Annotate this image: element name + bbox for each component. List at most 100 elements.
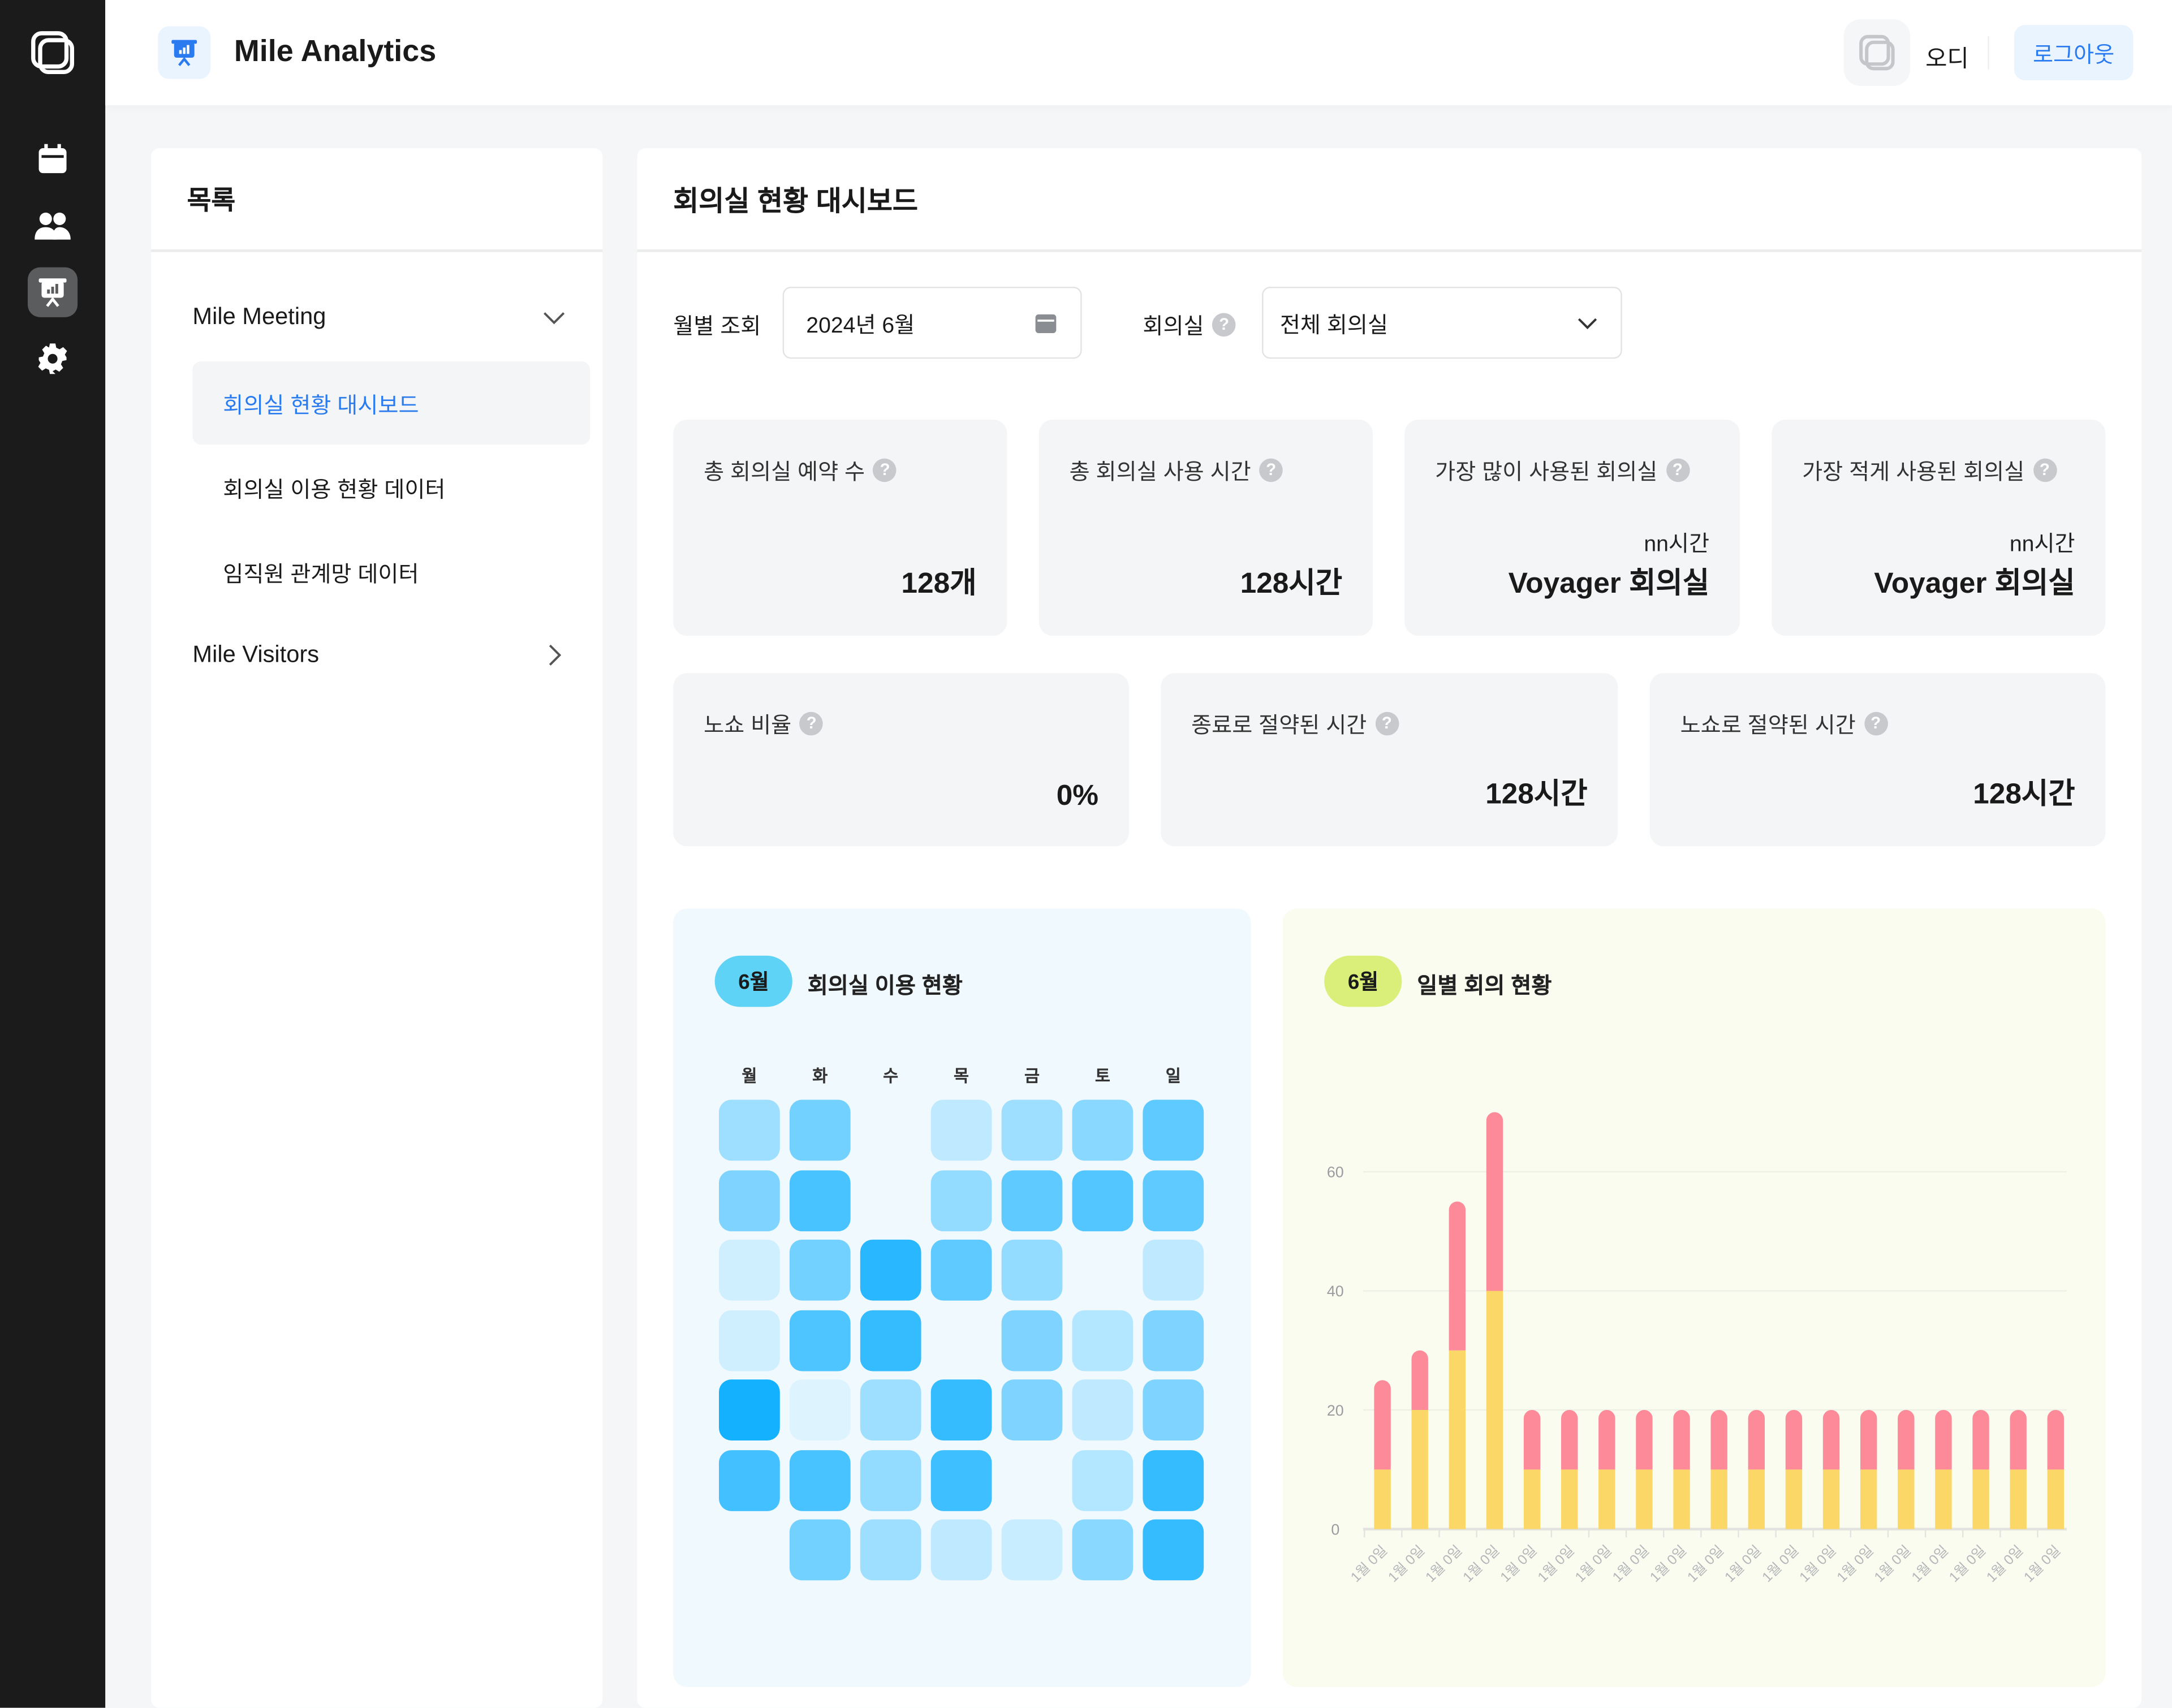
bar-segment-top	[1636, 1410, 1653, 1470]
stat-label: 노쇼로 절약된 시간?	[1680, 706, 1888, 740]
x-tick-label: 1월 0일	[1946, 1543, 1989, 1585]
heatmap-cell[interactable]	[930, 1239, 992, 1301]
bar-segment-bottom	[1935, 1469, 1952, 1529]
bar-segment-top	[1710, 1410, 1727, 1470]
stat-value: Voyager 회의실	[1508, 568, 1710, 600]
nav-group-mile-visitors[interactable]: Mile Visitors	[192, 641, 566, 669]
heatmap-cell[interactable]	[860, 1239, 921, 1301]
heatmap-cell[interactable]	[1143, 1519, 1204, 1581]
bar-segment-bottom	[1785, 1469, 1803, 1529]
month-picker[interactable]: 2024년 6월	[782, 286, 1082, 359]
heatmap-cell[interactable]	[860, 1519, 921, 1581]
x-tick-label: 1월 0일	[1610, 1543, 1652, 1585]
bar-segment-top	[1935, 1410, 1952, 1470]
heatmap-cell[interactable]	[719, 1449, 780, 1511]
heatmap-cell[interactable]	[930, 1170, 992, 1231]
heatmap-cell[interactable]	[1001, 1099, 1063, 1161]
stat-card-total-reservations: 총 회의실 예약 수? 128개	[673, 420, 1007, 636]
room-select[interactable]: 전체 회의실	[1262, 286, 1622, 359]
divider	[1988, 36, 1989, 70]
help-icon[interactable]: ?	[1259, 458, 1283, 482]
heatmap-cell[interactable]	[1143, 1239, 1204, 1301]
heatmap-cell[interactable]	[930, 1379, 992, 1440]
heatmap-cell[interactable]	[860, 1309, 921, 1371]
x-tick-label: 1월 0일	[1872, 1543, 1914, 1585]
help-icon[interactable]: ?	[1864, 711, 1888, 735]
heatmap-cell[interactable]	[719, 1239, 780, 1301]
avatar[interactable]	[1843, 19, 1911, 86]
logout-button[interactable]: 로그아웃	[2014, 25, 2134, 81]
users-icon[interactable]	[28, 201, 77, 251]
bar-segment-bottom	[1860, 1469, 1877, 1529]
heatmap-cell[interactable]	[1143, 1449, 1204, 1511]
heatmap-cell[interactable]	[1072, 1099, 1134, 1161]
heatmap-cell[interactable]	[930, 1099, 992, 1161]
heatmap-cell[interactable]	[1143, 1099, 1204, 1161]
gear-icon[interactable]	[28, 334, 77, 383]
bar-segment-top	[1523, 1410, 1541, 1470]
bar-segment-top	[1486, 1112, 1503, 1291]
heatmap-month-badge: 6월	[714, 955, 793, 1007]
heatmap-cell[interactable]	[789, 1099, 851, 1161]
y-tick-label: 60	[1327, 1164, 1344, 1181]
help-icon[interactable]: ?	[1374, 711, 1399, 735]
x-tick-label: 1월 0일	[1834, 1543, 1877, 1585]
presentation-chart-icon[interactable]	[27, 267, 78, 317]
heatmap-cell[interactable]	[789, 1170, 851, 1231]
heatmap-cell[interactable]	[719, 1170, 780, 1231]
heatmap-cell[interactable]	[719, 1309, 780, 1371]
heatmap-cell[interactable]	[930, 1519, 992, 1581]
page-title: 회의실 현황 대시보드	[637, 148, 2142, 252]
nav-item-network-data[interactable]: 임직원 관계망 데이터	[192, 530, 590, 614]
calendar-icon[interactable]	[28, 135, 77, 184]
heatmap-cell[interactable]	[789, 1309, 851, 1371]
help-icon[interactable]: ?	[873, 458, 897, 482]
heatmap-cell[interactable]	[719, 1379, 780, 1440]
app-rail	[0, 0, 106, 1708]
heatmap-cell[interactable]	[789, 1379, 851, 1440]
stat-label: 총 회의실 예약 수?	[704, 453, 897, 486]
heatmap-cell[interactable]	[789, 1239, 851, 1301]
bar-segment-bottom	[1449, 1350, 1466, 1529]
help-icon[interactable]: ?	[1212, 312, 1236, 336]
bar-segment-bottom	[1411, 1410, 1428, 1529]
heatmap-cell[interactable]	[1143, 1309, 1204, 1371]
stat-label-text: 노쇼로 절약된 시간	[1680, 714, 1856, 739]
weekday-label: 화	[812, 1066, 828, 1086]
heatmap-cell[interactable]	[860, 1449, 921, 1511]
heatmap-cell[interactable]	[1143, 1379, 1204, 1440]
heatmap-cell[interactable]	[1001, 1170, 1063, 1231]
heatmap-cell[interactable]	[1143, 1170, 1204, 1231]
heatmap-cell[interactable]	[1072, 1449, 1134, 1511]
heatmap-cell[interactable]	[789, 1519, 851, 1581]
heatmap-cell[interactable]	[860, 1379, 921, 1440]
stat-label-text: 가장 적게 사용된 회의실	[1802, 461, 2025, 485]
heatmap-cell[interactable]	[719, 1099, 780, 1161]
nav-item-dashboard[interactable]: 회의실 현황 대시보드	[192, 361, 591, 445]
calendar-icon	[1035, 314, 1057, 333]
room-filter-label: 회의실 ?	[1143, 308, 1236, 341]
help-icon[interactable]: ?	[1666, 458, 1690, 482]
stat-sub: nn시간	[1644, 533, 1710, 557]
help-icon[interactable]: ?	[799, 711, 824, 735]
x-tick-label: 1월 0일	[1909, 1543, 1951, 1585]
stat-value: 128시간	[1240, 568, 1343, 600]
nav-group-mile-meeting[interactable]: Mile Meeting	[192, 303, 566, 331]
help-icon[interactable]: ?	[2032, 458, 2057, 482]
heatmap-cell[interactable]	[930, 1449, 992, 1511]
heatmap-cell[interactable]	[1001, 1519, 1063, 1581]
heatmap-cell[interactable]	[1001, 1309, 1063, 1371]
nav-item-usage-data[interactable]: 회의실 이용 현황 데이터	[192, 446, 590, 529]
heatmap-cell[interactable]	[1001, 1239, 1063, 1301]
heatmap-cell[interactable]	[1001, 1379, 1063, 1440]
heatmap-cell[interactable]	[1072, 1519, 1134, 1581]
heatmap-cell[interactable]	[789, 1449, 851, 1511]
stat-label-text: 가장 많이 사용된 회의실	[1435, 461, 1658, 485]
app-logo-icon	[158, 26, 211, 79]
stat-value: 128개	[901, 568, 977, 600]
logo-icon[interactable]	[28, 28, 77, 77]
heatmap-cell[interactable]	[1072, 1170, 1134, 1231]
y-tick-label: 40	[1327, 1283, 1344, 1300]
heatmap-cell[interactable]	[1072, 1379, 1134, 1440]
heatmap-cell[interactable]	[1072, 1309, 1134, 1371]
